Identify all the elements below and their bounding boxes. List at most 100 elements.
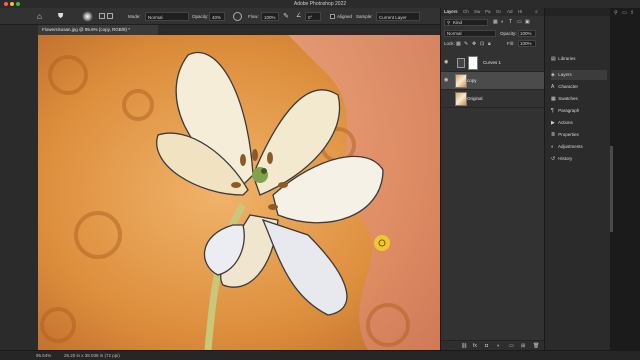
history-icon: ↺ — [551, 156, 556, 162]
filter-smart-object-icon[interactable]: ▣ — [525, 19, 530, 25]
visibility-eye-icon[interactable]: ◉ — [444, 60, 449, 65]
image-canvas[interactable] — [38, 35, 440, 350]
sample-select[interactable]: Current Layer — [376, 12, 420, 21]
layer-thumbnail — [455, 74, 467, 88]
lock-position-icon[interactable]: ✥ — [472, 41, 476, 47]
status-bar: 95.64% 26.20 in x 38.038 in (72 ppi) — [0, 350, 640, 360]
filter-kind-select[interactable]: ⚲ Kind — [444, 19, 488, 26]
panel-tab-bar: Layers Ch Sw Pa Gr Ad Hi ≡ — [441, 8, 544, 16]
sample-label: Sample: — [356, 14, 373, 19]
tab-paths[interactable]: Pa — [485, 8, 491, 16]
layer-opacity-input[interactable]: 100% — [518, 30, 536, 37]
new-layer-icon[interactable]: ⊞ — [521, 343, 525, 349]
filter-adjustment-icon[interactable]: ◐ — [501, 19, 504, 25]
dock-item-label: Swatches — [558, 96, 578, 101]
dock-item-history[interactable]: ↺ History — [551, 154, 607, 164]
add-mask-icon[interactable]: ◘ — [485, 343, 488, 349]
angle-input[interactable]: 0° — [305, 12, 321, 21]
dock-item-swatches[interactable]: ▦ Swatches — [551, 94, 607, 104]
dock-item-character[interactable]: A Character — [551, 82, 607, 92]
blend-mode-select[interactable]: Normal — [444, 30, 496, 37]
visibility-eye-icon[interactable] — [444, 96, 449, 101]
workspace-icon[interactable]: ▭ — [622, 10, 627, 16]
layer-row-original[interactable]: Original — [441, 90, 544, 108]
mode-label: Mode: — [128, 14, 141, 19]
lock-all-icon[interactable]: 🔒︎ — [488, 41, 491, 47]
tab-channels[interactable]: Ch — [463, 8, 469, 16]
layer-name[interactable]: copy — [467, 78, 477, 83]
scrollbar-thumb[interactable] — [610, 146, 613, 232]
share-icon[interactable]: ⇪ — [630, 10, 635, 16]
dock-item-label: Actions — [558, 120, 573, 125]
layer-row-copy[interactable]: ◉ copy — [441, 72, 544, 90]
airbrush-icon[interactable]: ✎ — [283, 12, 292, 21]
tab-adjustments[interactable]: Ad — [507, 8, 513, 16]
dock-item-actions[interactable]: ▶ Actions — [551, 118, 607, 128]
tab-layers[interactable]: Layers — [444, 8, 458, 16]
home-icon[interactable]: ⌂ — [37, 12, 46, 21]
panel-menu-icon[interactable]: ≡ — [535, 8, 538, 16]
search-icon: ⚲ — [447, 20, 451, 25]
delete-layer-icon[interactable]: 🗑︎ — [533, 343, 539, 349]
actions-icon: ▶ — [551, 120, 555, 126]
layer-name[interactable]: Original — [467, 96, 483, 101]
toolbar — [0, 25, 67, 350]
app-title: Adobe Photoshop 2022 — [293, 1, 347, 7]
layers-panel: Layers Ch Sw Pa Gr Ad Hi ≡ ⚲ Kind ▦ ◐ T … — [440, 8, 544, 350]
fill-input[interactable]: 100% — [518, 40, 536, 47]
new-adjustment-icon[interactable]: ◐ — [497, 343, 500, 349]
new-group-icon[interactable]: ▭ — [509, 343, 514, 349]
layer-style-icon[interactable]: fx — [473, 343, 477, 349]
pressure-opacity-icon[interactable] — [233, 12, 242, 21]
lock-artboard-icon[interactable]: ⊡ — [480, 41, 484, 47]
zoom-level[interactable]: 95.64% — [36, 353, 51, 358]
visibility-eye-icon[interactable]: ◉ — [444, 78, 449, 83]
search-icon[interactable]: ⚲ — [614, 10, 619, 16]
lock-label: Lock: — [444, 41, 455, 46]
artwork-image — [38, 35, 440, 350]
dock-item-layers[interactable]: ◈ Layers — [551, 70, 607, 80]
tab-gradients[interactable]: Gr — [496, 8, 501, 16]
dock-item-paragraph[interactable]: ¶ Paragraph — [551, 106, 607, 116]
lock-transparent-icon[interactable]: ▦ — [456, 41, 461, 47]
aligned-label: Aligned — [337, 14, 353, 19]
filter-shape-icon[interactable]: ▭ — [517, 19, 522, 25]
layer-name[interactable]: Curves 1 — [483, 60, 501, 65]
layers-footer: ⛓ fx ◘ ◐ ▭ ⊞ 🗑︎ — [441, 340, 544, 350]
opacity-input[interactable]: 40% — [209, 12, 225, 21]
mode-select[interactable]: Normal — [145, 12, 189, 21]
dock-item-label: Properties — [558, 132, 579, 137]
paragraph-icon: ¶ — [551, 108, 554, 114]
link-layers-icon[interactable]: ⛓ — [461, 343, 467, 349]
title-bar: Adobe Photoshop 2022 — [0, 0, 640, 8]
panel-dock: ▤ Libraries ◈ Layers A Character ▦ Swatc… — [544, 8, 611, 350]
dock-item-label: Libraries — [558, 56, 576, 61]
swatches-icon: ▦ — [551, 96, 556, 102]
curves-adjustment-icon — [457, 58, 465, 68]
libraries-icon: ▤ — [551, 56, 556, 62]
aligned-checkbox[interactable] — [330, 14, 335, 19]
toggle-clone-source-icon[interactable] — [107, 13, 113, 19]
toggle-brush-settings-icon[interactable] — [99, 13, 105, 19]
tab-swatches[interactable]: Sw — [474, 8, 480, 16]
lock-image-icon[interactable]: ✎ — [464, 41, 468, 47]
layer-row-curves[interactable]: ◉ Curves 1 — [441, 54, 544, 72]
document-info[interactable]: 26.20 in x 38.038 in (72 ppi) — [64, 353, 120, 358]
flow-input[interactable]: 100% — [261, 12, 279, 21]
angle-icon: ∠ — [296, 13, 302, 19]
brush-preset-picker[interactable] — [82, 11, 93, 22]
filter-type-icon[interactable]: T — [509, 19, 512, 25]
dock-item-libraries[interactable]: ▤ Libraries — [551, 54, 607, 64]
tab-history[interactable]: Hi — [518, 8, 522, 16]
document-tab[interactable]: FlowersSusan.jpg @ 95.6% (copy, RGB/8) * — [38, 25, 158, 35]
dock-item-label: Paragraph — [558, 108, 580, 113]
dock-item-label: Character — [558, 84, 579, 89]
right-edge: ⚲ ▭ ⇪ — [610, 8, 640, 350]
dock-item-label: Adjustments — [558, 144, 583, 149]
dock-item-properties[interactable]: ≣ Properties — [551, 130, 607, 140]
clone-stamp-preset-icon[interactable]: ⛊ — [58, 12, 67, 21]
layers-icon: ◈ — [551, 72, 555, 78]
dock-item-label: History — [558, 156, 573, 161]
filter-pixel-icon[interactable]: ▦ — [493, 19, 498, 25]
dock-item-adjustments[interactable]: ◐ Adjustments — [551, 142, 607, 152]
